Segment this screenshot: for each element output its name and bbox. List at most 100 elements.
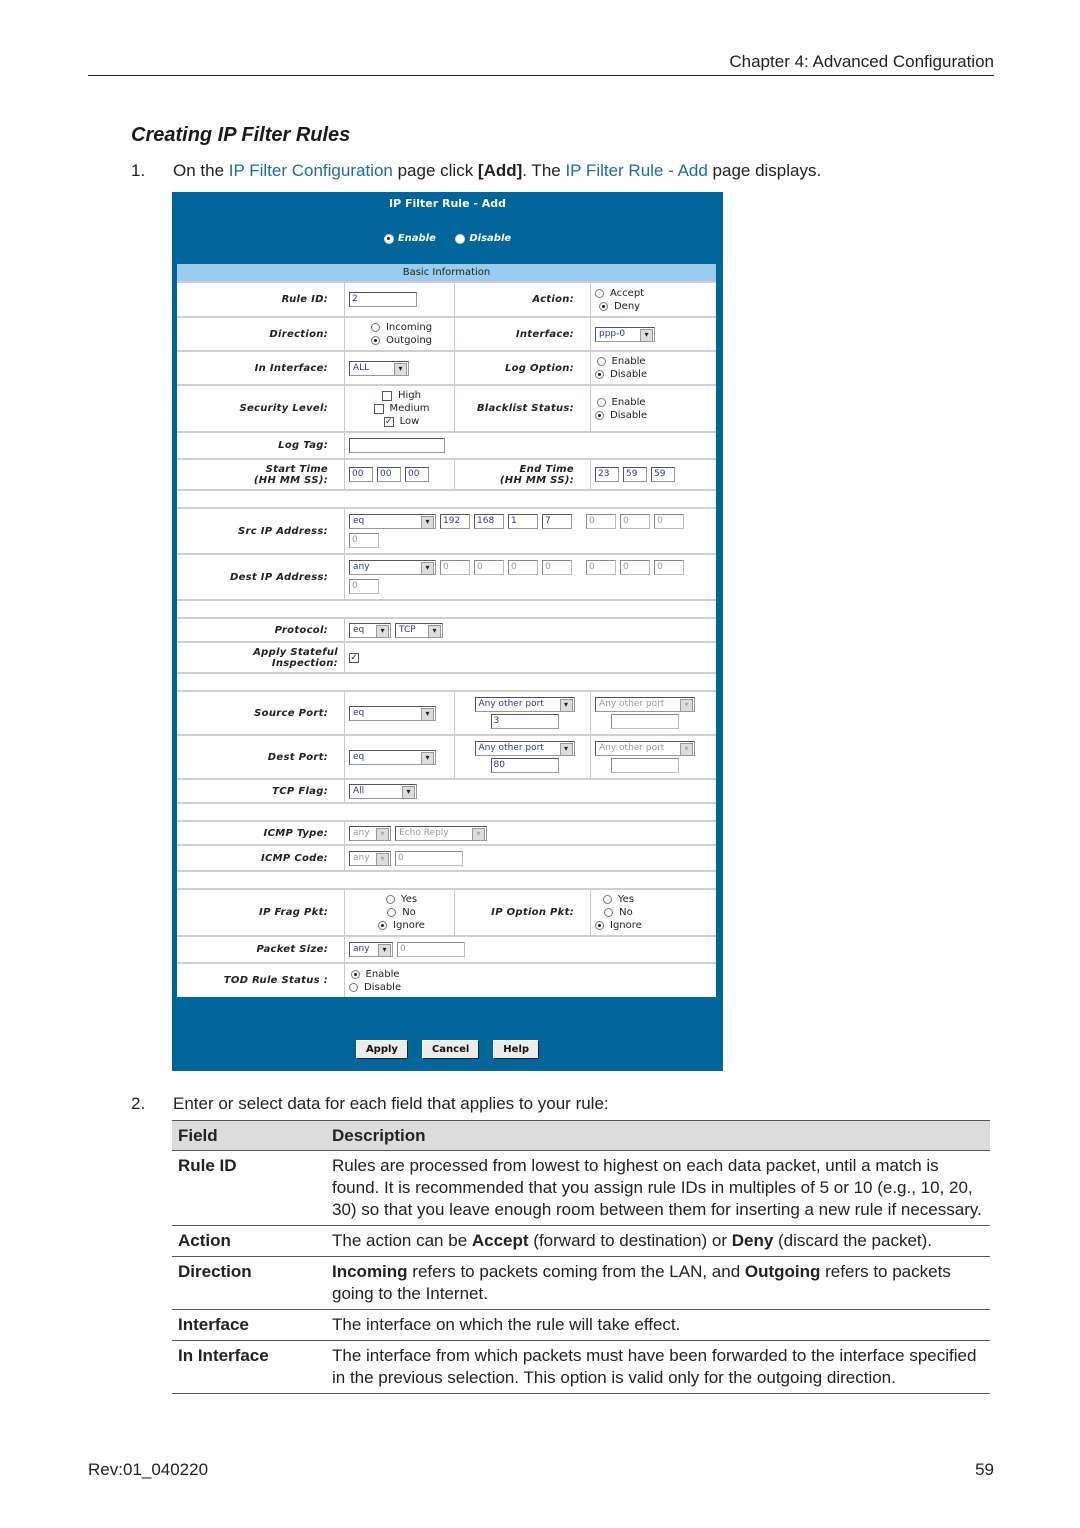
log-enable-radio[interactable]: Enable xyxy=(596,356,646,367)
security-level-label: Security Level: xyxy=(177,386,345,431)
step-1: 1. On the IP Filter Configuration page cl… xyxy=(131,161,822,180)
icmp-type-op-select[interactable]: any xyxy=(349,825,391,841)
start-hh-input[interactable]: 00 xyxy=(349,467,373,482)
direction-outgoing-radio[interactable]: Outgoing xyxy=(370,335,432,346)
rule-status-radios: Enable Disable xyxy=(172,233,723,247)
start-mm-input[interactable]: 00 xyxy=(377,467,401,482)
dest-port-op-select[interactable]: eq xyxy=(349,749,436,765)
stateful-inspection-checkbox[interactable]: ✓ xyxy=(349,652,359,663)
security-low-checkbox[interactable]: ✓ Low xyxy=(383,416,419,427)
tod-disable-radio[interactable]: Disable xyxy=(349,982,401,993)
packet-size-label: Packet Size: xyxy=(177,937,345,962)
src-ip-octet-4[interactable]: 7 xyxy=(542,514,572,529)
action-label: Action: xyxy=(455,283,591,316)
dest-ip-octet-2[interactable]: 0 xyxy=(474,560,504,575)
ip-frag-ignore-radio[interactable]: Ignore xyxy=(378,920,425,931)
dest-ip-op-select[interactable]: any xyxy=(349,560,436,575)
dest-port-end-input[interactable] xyxy=(611,758,679,773)
tod-enable-radio[interactable]: Enable xyxy=(350,969,400,980)
tcp-flag-select[interactable]: All xyxy=(349,783,417,799)
rule-enable-radio[interactable]: Enable xyxy=(383,233,436,244)
interface-select[interactable]: ppp-0 xyxy=(595,326,655,342)
radio-icon xyxy=(383,233,394,244)
end-hh-input[interactable]: 23 xyxy=(595,467,619,482)
ip-option-label: IP Option Pkt: xyxy=(455,890,591,935)
source-port-end-select[interactable]: Any other port xyxy=(595,697,695,712)
dest-ip-octet-4[interactable]: 0 xyxy=(542,560,572,575)
ip-option-ignore-radio[interactable]: Ignore xyxy=(595,920,642,931)
src-ip-octet-1[interactable]: 192 xyxy=(440,514,470,529)
ip-frag-yes-radio[interactable]: Yes xyxy=(385,894,417,905)
source-port-start-select[interactable]: Any other port xyxy=(474,697,575,712)
filter-form: Basic Information Rule ID: 2 Action: Acc… xyxy=(177,264,716,997)
ip-filter-rule-add-link[interactable]: IP Filter Rule - Add xyxy=(565,161,707,180)
chapter-title: Chapter 4: Advanced Configuration xyxy=(729,52,994,71)
action-accept-radio[interactable]: Accept xyxy=(595,288,644,299)
dest-ip-octet-1[interactable]: 0 xyxy=(440,560,470,575)
src-ip2-octet-2[interactable]: 0 xyxy=(620,514,650,529)
ip-filter-configuration-link[interactable]: IP Filter Configuration xyxy=(229,161,393,180)
action-deny-radio[interactable]: Deny xyxy=(598,301,640,312)
dest-port-start-select[interactable]: Any other port xyxy=(474,741,575,756)
page-header: Chapter 4: Advanced Configuration xyxy=(88,50,994,76)
ip-option-yes-radio[interactable]: Yes xyxy=(602,894,634,905)
dest-port-start-input[interactable]: 80 xyxy=(490,758,559,773)
form-buttons: Apply Cancel Help xyxy=(172,1040,723,1059)
in-interface-label: In Interface: xyxy=(177,352,345,384)
start-ss-input[interactable]: 00 xyxy=(405,467,429,482)
table-row: Action The action can be Accept (forward… xyxy=(172,1225,990,1257)
rule-id-input[interactable]: 2 xyxy=(349,292,417,307)
apply-button[interactable]: Apply xyxy=(355,1040,408,1059)
end-ss-input[interactable]: 59 xyxy=(651,467,675,482)
protocol-op-select[interactable]: eq xyxy=(349,622,391,638)
spacer-row xyxy=(177,672,716,690)
tod-status-label: TOD Rule Status : xyxy=(177,964,345,997)
help-button[interactable]: Help xyxy=(493,1040,540,1059)
source-port-start-input[interactable]: 3 xyxy=(490,714,559,729)
table-row: Interface The interface on which the rul… xyxy=(172,1309,990,1341)
end-mm-input[interactable]: 59 xyxy=(623,467,647,482)
protocol-label: Protocol: xyxy=(177,619,345,641)
src-ip2-octet-3[interactable]: 0 xyxy=(654,514,684,529)
src-ip-octet-3[interactable]: 1 xyxy=(508,514,538,529)
icmp-code-op-select[interactable]: any xyxy=(349,850,391,866)
src-ip2-octet-4[interactable]: 0 xyxy=(349,533,379,548)
dest-ip2-octet-3[interactable]: 0 xyxy=(654,560,684,575)
source-port-end-input[interactable] xyxy=(611,714,679,729)
ip-option-no-radio[interactable]: No xyxy=(604,907,633,918)
src-ip-op-select[interactable]: eq xyxy=(349,514,436,529)
packet-size-op-select[interactable]: any xyxy=(349,942,393,957)
src-ip-octet-2[interactable]: 168 xyxy=(474,514,504,529)
dest-ip2-octet-1[interactable]: 0 xyxy=(586,560,616,575)
source-port-op-select[interactable]: eq xyxy=(349,705,436,721)
dest-ip2-octet-2[interactable]: 0 xyxy=(620,560,650,575)
icmp-code-input[interactable]: 0 xyxy=(395,850,463,866)
dest-port-end-select[interactable]: Any other port xyxy=(595,741,695,756)
log-tag-label: Log Tag: xyxy=(177,433,345,458)
blacklist-enable-radio[interactable]: Enable xyxy=(596,397,646,408)
rule-disable-radio[interactable]: Disable xyxy=(455,233,511,244)
security-medium-checkbox[interactable]: Medium xyxy=(373,403,430,414)
table-row: Direction Incoming refers to packets com… xyxy=(172,1256,990,1310)
direction-incoming-radio[interactable]: Incoming xyxy=(370,322,432,333)
source-port-label: Source Port: xyxy=(177,692,345,734)
log-tag-input[interactable] xyxy=(349,438,445,453)
icmp-type-select[interactable]: Echo Reply xyxy=(395,825,487,841)
table-row: Rule ID Rules are processed from lowest … xyxy=(172,1150,990,1226)
security-high-checkbox[interactable]: High xyxy=(382,390,421,401)
page-number: 59 xyxy=(975,1460,994,1479)
packet-size-input[interactable]: 0 xyxy=(397,942,465,957)
dest-ip-octet-3[interactable]: 0 xyxy=(508,560,538,575)
column-header-field: Field xyxy=(172,1120,326,1151)
cancel-button[interactable]: Cancel xyxy=(421,1040,480,1059)
log-disable-radio[interactable]: Disable xyxy=(595,369,647,380)
blacklist-disable-radio[interactable]: Disable xyxy=(595,410,647,421)
src-ip2-octet-1[interactable]: 0 xyxy=(586,514,616,529)
ip-frag-no-radio[interactable]: No xyxy=(387,907,416,918)
in-interface-select[interactable]: ALL xyxy=(349,360,409,376)
table-row: In Interface The interface from which pa… xyxy=(172,1340,990,1394)
dest-ip2-octet-4[interactable]: 0 xyxy=(349,579,379,594)
radio-icon xyxy=(455,233,466,244)
icmp-code-label: ICMP Code: xyxy=(177,846,345,870)
protocol-select[interactable]: TCP xyxy=(395,622,443,638)
